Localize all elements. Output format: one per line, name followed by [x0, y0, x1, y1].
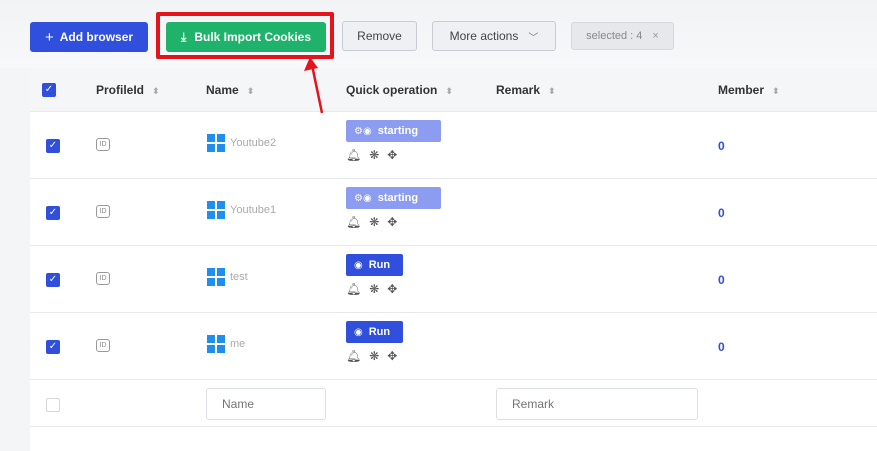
- quick-icons: 🔔︎ ❋ ✥: [346, 215, 397, 229]
- bulk-import-cookies-button[interactable]: ⤓ Bulk Import Cookies: [166, 22, 326, 52]
- selected-count-label: selected : 4: [586, 30, 643, 42]
- sort-icon[interactable]: ⬍: [247, 86, 255, 96]
- profile-name: me: [230, 338, 246, 350]
- operation-label: starting: [377, 192, 419, 204]
- extension-icon[interactable]: ✥: [387, 148, 397, 162]
- header-quick-operation[interactable]: Quick operation ⬍: [346, 83, 453, 97]
- close-icon[interactable]: ×: [652, 30, 658, 42]
- extension-icon[interactable]: ✥: [387, 349, 397, 363]
- starting-button[interactable]: ⚙◉ starting: [346, 187, 441, 209]
- extension-icon[interactable]: ✥: [387, 215, 397, 229]
- run-button[interactable]: ◉ Run: [346, 254, 403, 276]
- table-row[interactable]: ✓ ID Youtube1 ⚙◉ starting 🔔︎ ❋ ✥ 0: [30, 179, 877, 246]
- profile-name: test: [230, 271, 248, 283]
- sort-icon[interactable]: ⬍: [445, 86, 453, 96]
- table-row[interactable]: ✓ ID Youtube2 ⚙◉ starting 🔔︎ ❋ ✥ 0: [30, 112, 877, 179]
- member-count[interactable]: 0: [718, 206, 725, 220]
- quick-icons: 🔔︎ ❋ ✥: [346, 349, 397, 363]
- run-button[interactable]: ◉ Run: [346, 321, 403, 343]
- download-icon: ⤓: [181, 29, 187, 44]
- header-member[interactable]: Member ⬍: [718, 83, 780, 97]
- row-checkbox[interactable]: ✓: [46, 273, 60, 287]
- id-icon[interactable]: ID: [96, 272, 110, 285]
- quick-icons: 🔔︎ ❋ ✥: [346, 148, 397, 162]
- header-profile-id-label: ProfileId: [96, 83, 145, 97]
- profile-name: Youtube1: [230, 204, 277, 216]
- bell-icon[interactable]: 🔔︎: [346, 148, 361, 162]
- quick-icons: 🔔︎ ❋ ✥: [346, 282, 397, 296]
- annotation-arrow: [304, 57, 324, 114]
- sort-icon[interactable]: ⬍: [152, 86, 160, 96]
- bulk-import-label: Bulk Import Cookies: [194, 30, 311, 44]
- id-icon[interactable]: ID: [96, 339, 110, 352]
- remove-button[interactable]: Remove: [342, 21, 417, 51]
- sort-icon[interactable]: ⬍: [772, 86, 780, 96]
- row-checkbox[interactable]: ✓: [46, 340, 60, 354]
- more-actions-dropdown[interactable]: More actions ﹀: [432, 21, 556, 51]
- remove-label: Remove: [357, 29, 402, 43]
- plus-icon: +: [44, 28, 54, 46]
- cookie-icon[interactable]: ❋: [369, 349, 379, 363]
- filter-checkbox[interactable]: [46, 398, 60, 412]
- header-remark[interactable]: Remark ⬍: [496, 83, 556, 97]
- row-checkbox[interactable]: ✓: [46, 139, 60, 153]
- chrome-icon: ◉: [354, 259, 363, 271]
- id-icon[interactable]: ID: [96, 205, 110, 218]
- table-header: ✓ ProfileId ⬍ Name ⬍ Quick operation ⬍ Rema…: [30, 68, 877, 112]
- cookie-icon[interactable]: ❋: [369, 282, 379, 296]
- chrome-icon: ⚙◉: [354, 192, 372, 204]
- header-name-label: Name: [206, 83, 239, 97]
- windows-icon: [207, 268, 225, 286]
- table-row[interactable]: ✓ ID me ◉ Run 🔔︎ ❋ ✥ 0: [30, 313, 877, 380]
- bell-icon[interactable]: 🔔︎: [346, 349, 361, 363]
- add-browser-label: Add browser: [59, 30, 134, 44]
- id-icon[interactable]: ID: [96, 138, 110, 151]
- member-count[interactable]: 0: [718, 273, 725, 287]
- extension-icon[interactable]: ✥: [387, 282, 397, 296]
- bell-icon[interactable]: 🔔︎: [346, 215, 361, 229]
- cookie-icon[interactable]: ❋: [369, 148, 379, 162]
- select-all-checkbox[interactable]: ✓: [42, 83, 56, 97]
- profile-name: Youtube2: [230, 137, 277, 149]
- cookie-icon[interactable]: ❋: [369, 215, 379, 229]
- header-profile-id[interactable]: ProfileId ⬍: [96, 83, 160, 97]
- more-actions-label: More actions: [449, 29, 519, 43]
- windows-icon: [207, 134, 225, 152]
- operation-label: Run: [368, 326, 391, 338]
- chrome-icon: ⚙◉: [354, 125, 372, 137]
- member-count[interactable]: 0: [718, 340, 725, 354]
- filter-row: [30, 380, 877, 427]
- selected-count-tag: selected : 4 ×: [571, 22, 674, 50]
- operation-label: Run: [368, 259, 391, 271]
- operation-label: starting: [377, 125, 419, 137]
- bell-icon[interactable]: 🔔︎: [346, 282, 361, 296]
- header-name[interactable]: Name ⬍: [206, 83, 254, 97]
- table-row[interactable]: ✓ ID test ◉ Run 🔔︎ ❋ ✥ 0: [30, 246, 877, 313]
- sort-icon[interactable]: ⬍: [548, 86, 556, 96]
- chevron-down-icon: ﹀: [528, 32, 539, 44]
- add-browser-button[interactable]: + Add browser: [30, 22, 148, 52]
- toolbar: + Add browser ⤓ Bulk Import Cookies Remo…: [0, 0, 877, 68]
- chrome-icon: ◉: [354, 326, 363, 338]
- name-filter-input[interactable]: [206, 388, 326, 420]
- starting-button[interactable]: ⚙◉ starting: [346, 120, 441, 142]
- remark-filter-input[interactable]: [496, 388, 698, 420]
- windows-icon: [207, 335, 225, 353]
- header-quick-operation-label: Quick operation: [346, 83, 438, 97]
- member-count[interactable]: 0: [718, 139, 725, 153]
- windows-icon: [207, 201, 225, 219]
- profiles-table: ✓ ProfileId ⬍ Name ⬍ Quick operation ⬍ Rema…: [30, 68, 877, 451]
- header-remark-label: Remark: [496, 83, 541, 97]
- row-checkbox[interactable]: ✓: [46, 206, 60, 220]
- header-member-label: Member: [718, 83, 765, 97]
